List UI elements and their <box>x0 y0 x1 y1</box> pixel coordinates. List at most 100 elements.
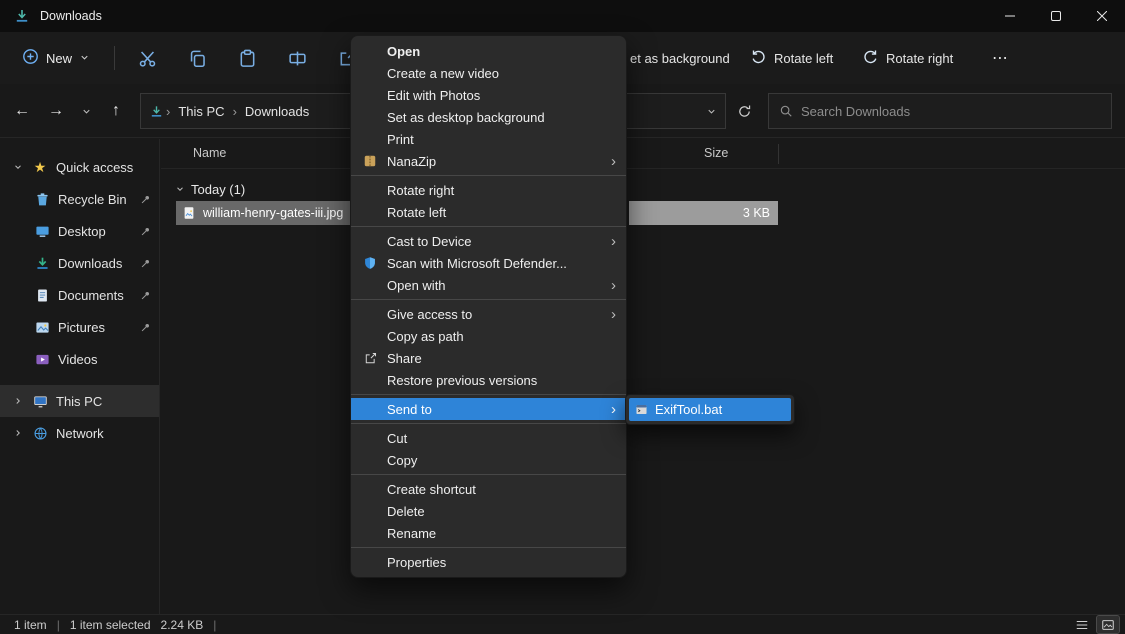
menu-item-restore-previous-versions[interactable]: Restore previous versions <box>351 369 626 391</box>
menu-item-print[interactable]: Print <box>351 128 626 150</box>
search-box[interactable] <box>768 93 1112 129</box>
menu-item-copy[interactable]: Copy <box>351 449 626 471</box>
sidebar-label: This PC <box>52 394 102 409</box>
see-more-button[interactable]: ⋯ <box>984 32 1017 84</box>
menu-item-set-as-desktop-background[interactable]: Set as desktop background <box>351 106 626 128</box>
menu-label: Delete <box>387 504 425 519</box>
sidebar-item-recycle-bin[interactable]: Recycle Bin <box>0 183 159 215</box>
menu-item-copy-as-path[interactable]: Copy as path <box>351 325 626 347</box>
menu-item-share[interactable]: Share <box>351 347 626 369</box>
titlebar: Downloads <box>0 0 1125 32</box>
set-as-background-button[interactable]: et as background <box>630 32 730 84</box>
menu-separator <box>351 547 626 548</box>
column-divider[interactable] <box>778 144 779 164</box>
submenu-item-exiftool[interactable]: ExifTool.bat <box>629 398 791 421</box>
breadcrumb-downloads[interactable]: Downloads <box>239 104 315 119</box>
sidebar-item-this-pc[interactable]: This PC <box>0 385 159 417</box>
chevron-down-icon <box>81 106 92 117</box>
rotate-right-label: Rotate right <box>886 51 953 66</box>
videos-icon <box>30 352 54 367</box>
forward-button[interactable]: → <box>42 97 70 125</box>
column-header-size[interactable]: Size <box>704 146 728 160</box>
menu-item-edit-with-photos[interactable]: Edit with Photos <box>351 84 626 106</box>
copy-button[interactable] <box>179 40 215 76</box>
refresh-button[interactable] <box>730 97 758 125</box>
new-button-label: New <box>46 51 72 66</box>
address-dropdown-button[interactable] <box>706 106 717 117</box>
menu-item-open-with[interactable]: Open with › <box>351 274 626 296</box>
pin-icon <box>140 193 151 208</box>
chevron-right-icon[interactable] <box>8 396 28 406</box>
menu-item-rotate-right[interactable]: Rotate right <box>351 179 626 201</box>
rotate-left-button[interactable]: Rotate left <box>750 32 833 84</box>
chevron-right-icon[interactable] <box>8 428 28 438</box>
paste-button[interactable] <box>229 40 265 76</box>
menu-separator <box>351 175 626 176</box>
image-file-icon <box>182 206 196 220</box>
details-view-button[interactable] <box>1071 616 1093 633</box>
pin-icon <box>140 257 151 272</box>
rotate-right-button[interactable]: Rotate right <box>862 32 953 84</box>
menu-item-properties[interactable]: Properties <box>351 551 626 573</box>
menu-item-nanazip[interactable]: NanaZip › <box>351 150 626 172</box>
nanazip-icon <box>361 152 379 170</box>
rename-button[interactable] <box>279 40 315 76</box>
sidebar-label: Recycle Bin <box>54 192 127 207</box>
sidebar-label: Network <box>52 426 104 441</box>
selection-size: 2.24 KB <box>161 618 204 632</box>
copy-icon <box>188 49 207 68</box>
context-menu: Open Create a new video Edit with Photos… <box>350 35 627 578</box>
menu-label: Scan with Microsoft Defender... <box>387 256 567 271</box>
menu-item-create-a-new-video[interactable]: Create a new video <box>351 62 626 84</box>
submenu-arrow-icon: › <box>611 307 616 322</box>
menu-item-open[interactable]: Open <box>351 40 626 62</box>
menu-item-rotate-left[interactable]: Rotate left <box>351 201 626 223</box>
forward-icon: → <box>48 102 64 120</box>
details-view-icon <box>1075 618 1089 632</box>
cut-button[interactable] <box>129 40 165 76</box>
close-icon <box>1097 11 1107 21</box>
menu-label: Print <box>387 132 414 147</box>
sidebar-label: Videos <box>54 352 98 367</box>
sidebar-item-quick-access[interactable]: ★ Quick access <box>0 151 159 183</box>
new-button[interactable]: New <box>12 42 100 74</box>
menu-item-create-shortcut[interactable]: Create shortcut <box>351 478 626 500</box>
minimize-icon <box>1005 11 1015 21</box>
column-headers: Name Size <box>161 139 1125 169</box>
sidebar-item-documents[interactable]: Documents <box>0 279 159 311</box>
minimize-button[interactable] <box>987 0 1033 32</box>
column-header-name[interactable]: Name <box>193 146 226 160</box>
menu-label: Send to <box>387 402 432 417</box>
back-button[interactable]: ← <box>8 97 36 125</box>
up-button[interactable]: ↑ <box>102 97 130 125</box>
status-divider: | <box>57 618 60 632</box>
menu-item-send-to[interactable]: Send to › <box>351 398 626 420</box>
breadcrumb-this-pc[interactable]: This PC <box>172 104 230 119</box>
menu-item-rename[interactable]: Rename <box>351 522 626 544</box>
menu-label: Share <box>387 351 422 366</box>
plus-circle-icon <box>22 48 39 68</box>
chevron-down-icon[interactable] <box>8 162 28 172</box>
sidebar-item-videos[interactable]: Videos <box>0 343 159 375</box>
menu-label: Properties <box>387 555 446 570</box>
search-input[interactable] <box>801 104 1101 119</box>
back-icon: ← <box>14 102 30 120</box>
menu-item-give-access-to[interactable]: Give access to › <box>351 303 626 325</box>
desktop-icon <box>30 224 54 239</box>
defender-shield-icon <box>361 254 379 272</box>
menu-item-cast-to-device[interactable]: Cast to Device › <box>351 230 626 252</box>
menu-item-cut[interactable]: Cut <box>351 427 626 449</box>
thumbnail-view-button[interactable] <box>1097 616 1119 633</box>
menu-item-delete[interactable]: Delete <box>351 500 626 522</box>
sidebar-item-network[interactable]: Network <box>0 417 159 449</box>
menu-item-scan-with-defender[interactable]: Scan with Microsoft Defender... <box>351 252 626 274</box>
sidebar-item-downloads[interactable]: Downloads <box>0 247 159 279</box>
refresh-icon <box>737 104 752 119</box>
menu-label: Rotate right <box>387 183 454 198</box>
close-button[interactable] <box>1079 0 1125 32</box>
group-header-today[interactable]: Today (1) <box>175 177 245 201</box>
sidebar-item-pictures[interactable]: Pictures <box>0 311 159 343</box>
recent-locations-button[interactable] <box>76 97 96 125</box>
sidebar-item-desktop[interactable]: Desktop <box>0 215 159 247</box>
maximize-button[interactable] <box>1033 0 1079 32</box>
